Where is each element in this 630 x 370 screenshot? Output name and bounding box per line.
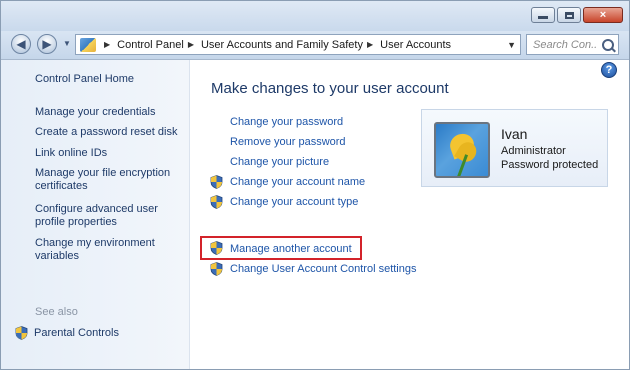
address-history-dropdown[interactable]: ▼ <box>507 40 516 50</box>
breadcrumb-separator[interactable]: ▶ <box>104 40 110 49</box>
see-also-label: See also <box>35 306 78 318</box>
change-password-link[interactable]: Change your password <box>230 116 343 128</box>
account-info-panel: Ivan Administrator Password protected <box>421 109 608 187</box>
search-input[interactable] <box>533 38 597 51</box>
sidebar-link-online-ids[interactable]: Link online IDs <box>35 147 185 160</box>
sidebar-link-environment-variables[interactable]: Change my environment variables <box>35 237 185 263</box>
minimize-icon <box>538 15 548 19</box>
maximize-icon <box>564 11 574 19</box>
navigation-bar: ◀ ▶ ▼ ▶ Control Panel ▶ User Accounts an… <box>1 31 629 60</box>
breadcrumb-user-accounts[interactable]: User Accounts <box>380 39 451 51</box>
uac-shield-icon <box>210 241 223 260</box>
sidebar-link-password-reset-disk[interactable]: Create a password reset disk <box>35 126 185 139</box>
sidebar: Control Panel Home Manage your credentia… <box>1 60 190 369</box>
control-panel-window: × ◀ ▶ ▼ ▶ Control Panel ▶ User Accounts … <box>0 0 630 370</box>
breadcrumb-user-accounts-family-safety[interactable]: User Accounts and Family Safety <box>201 39 363 51</box>
address-bar[interactable]: ▶ Control Panel ▶ User Accounts and Fami… <box>75 34 521 55</box>
manage-another-account-link[interactable]: Manage another account <box>230 243 352 255</box>
back-arrow-icon: ◀ <box>16 37 26 51</box>
title-bar: × <box>1 1 629 31</box>
breadcrumb-control-panel[interactable]: Control Panel <box>117 39 184 51</box>
maximize-button[interactable] <box>557 7 581 23</box>
close-button[interactable]: × <box>583 7 623 23</box>
parental-controls-label: Parental Controls <box>34 327 119 339</box>
uac-shield-icon <box>210 262 223 281</box>
recent-pages-dropdown[interactable]: ▼ <box>63 39 71 48</box>
change-account-name-link[interactable]: Change your account name <box>230 176 365 188</box>
window-controls: × <box>531 7 623 23</box>
sidebar-link-manage-credentials[interactable]: Manage your credentials <box>35 106 185 119</box>
sidebar-link-file-encryption[interactable]: Manage your file encryption certificates <box>35 167 185 193</box>
user-picture-avatar[interactable] <box>434 122 490 178</box>
forward-arrow-icon: ▶ <box>42 37 52 51</box>
breadcrumb-separator[interactable]: ▶ <box>367 40 373 49</box>
sidebar-link-control-panel-home[interactable]: Control Panel Home <box>35 73 185 86</box>
help-icon[interactable]: ? <box>601 62 617 78</box>
close-icon: × <box>599 9 607 21</box>
minimize-button[interactable] <box>531 7 555 23</box>
search-box[interactable] <box>526 34 619 55</box>
forward-button[interactable]: ▶ <box>37 34 57 54</box>
account-name: Ivan <box>501 126 528 142</box>
change-account-type-link[interactable]: Change your account type <box>230 196 358 208</box>
breadcrumb-separator[interactable]: ▶ <box>188 40 194 49</box>
uac-settings-link[interactable]: Change User Account Control settings <box>230 263 417 275</box>
page-title: Make changes to your user account <box>211 80 449 97</box>
account-password-status: Password protected <box>501 159 599 171</box>
account-role: Administrator <box>501 145 566 157</box>
parental-controls-link[interactable]: Parental Controls <box>15 326 119 340</box>
search-icon[interactable] <box>602 39 614 51</box>
uac-shield-icon <box>210 175 223 194</box>
change-picture-link[interactable]: Change your picture <box>230 156 329 168</box>
back-button[interactable]: ◀ <box>11 34 31 54</box>
control-panel-icon <box>80 37 96 52</box>
sidebar-link-profile-properties[interactable]: Configure advanced user profile properti… <box>35 203 185 229</box>
remove-password-link[interactable]: Remove your password <box>230 136 346 148</box>
uac-shield-icon <box>15 326 28 340</box>
uac-shield-icon <box>210 195 223 214</box>
